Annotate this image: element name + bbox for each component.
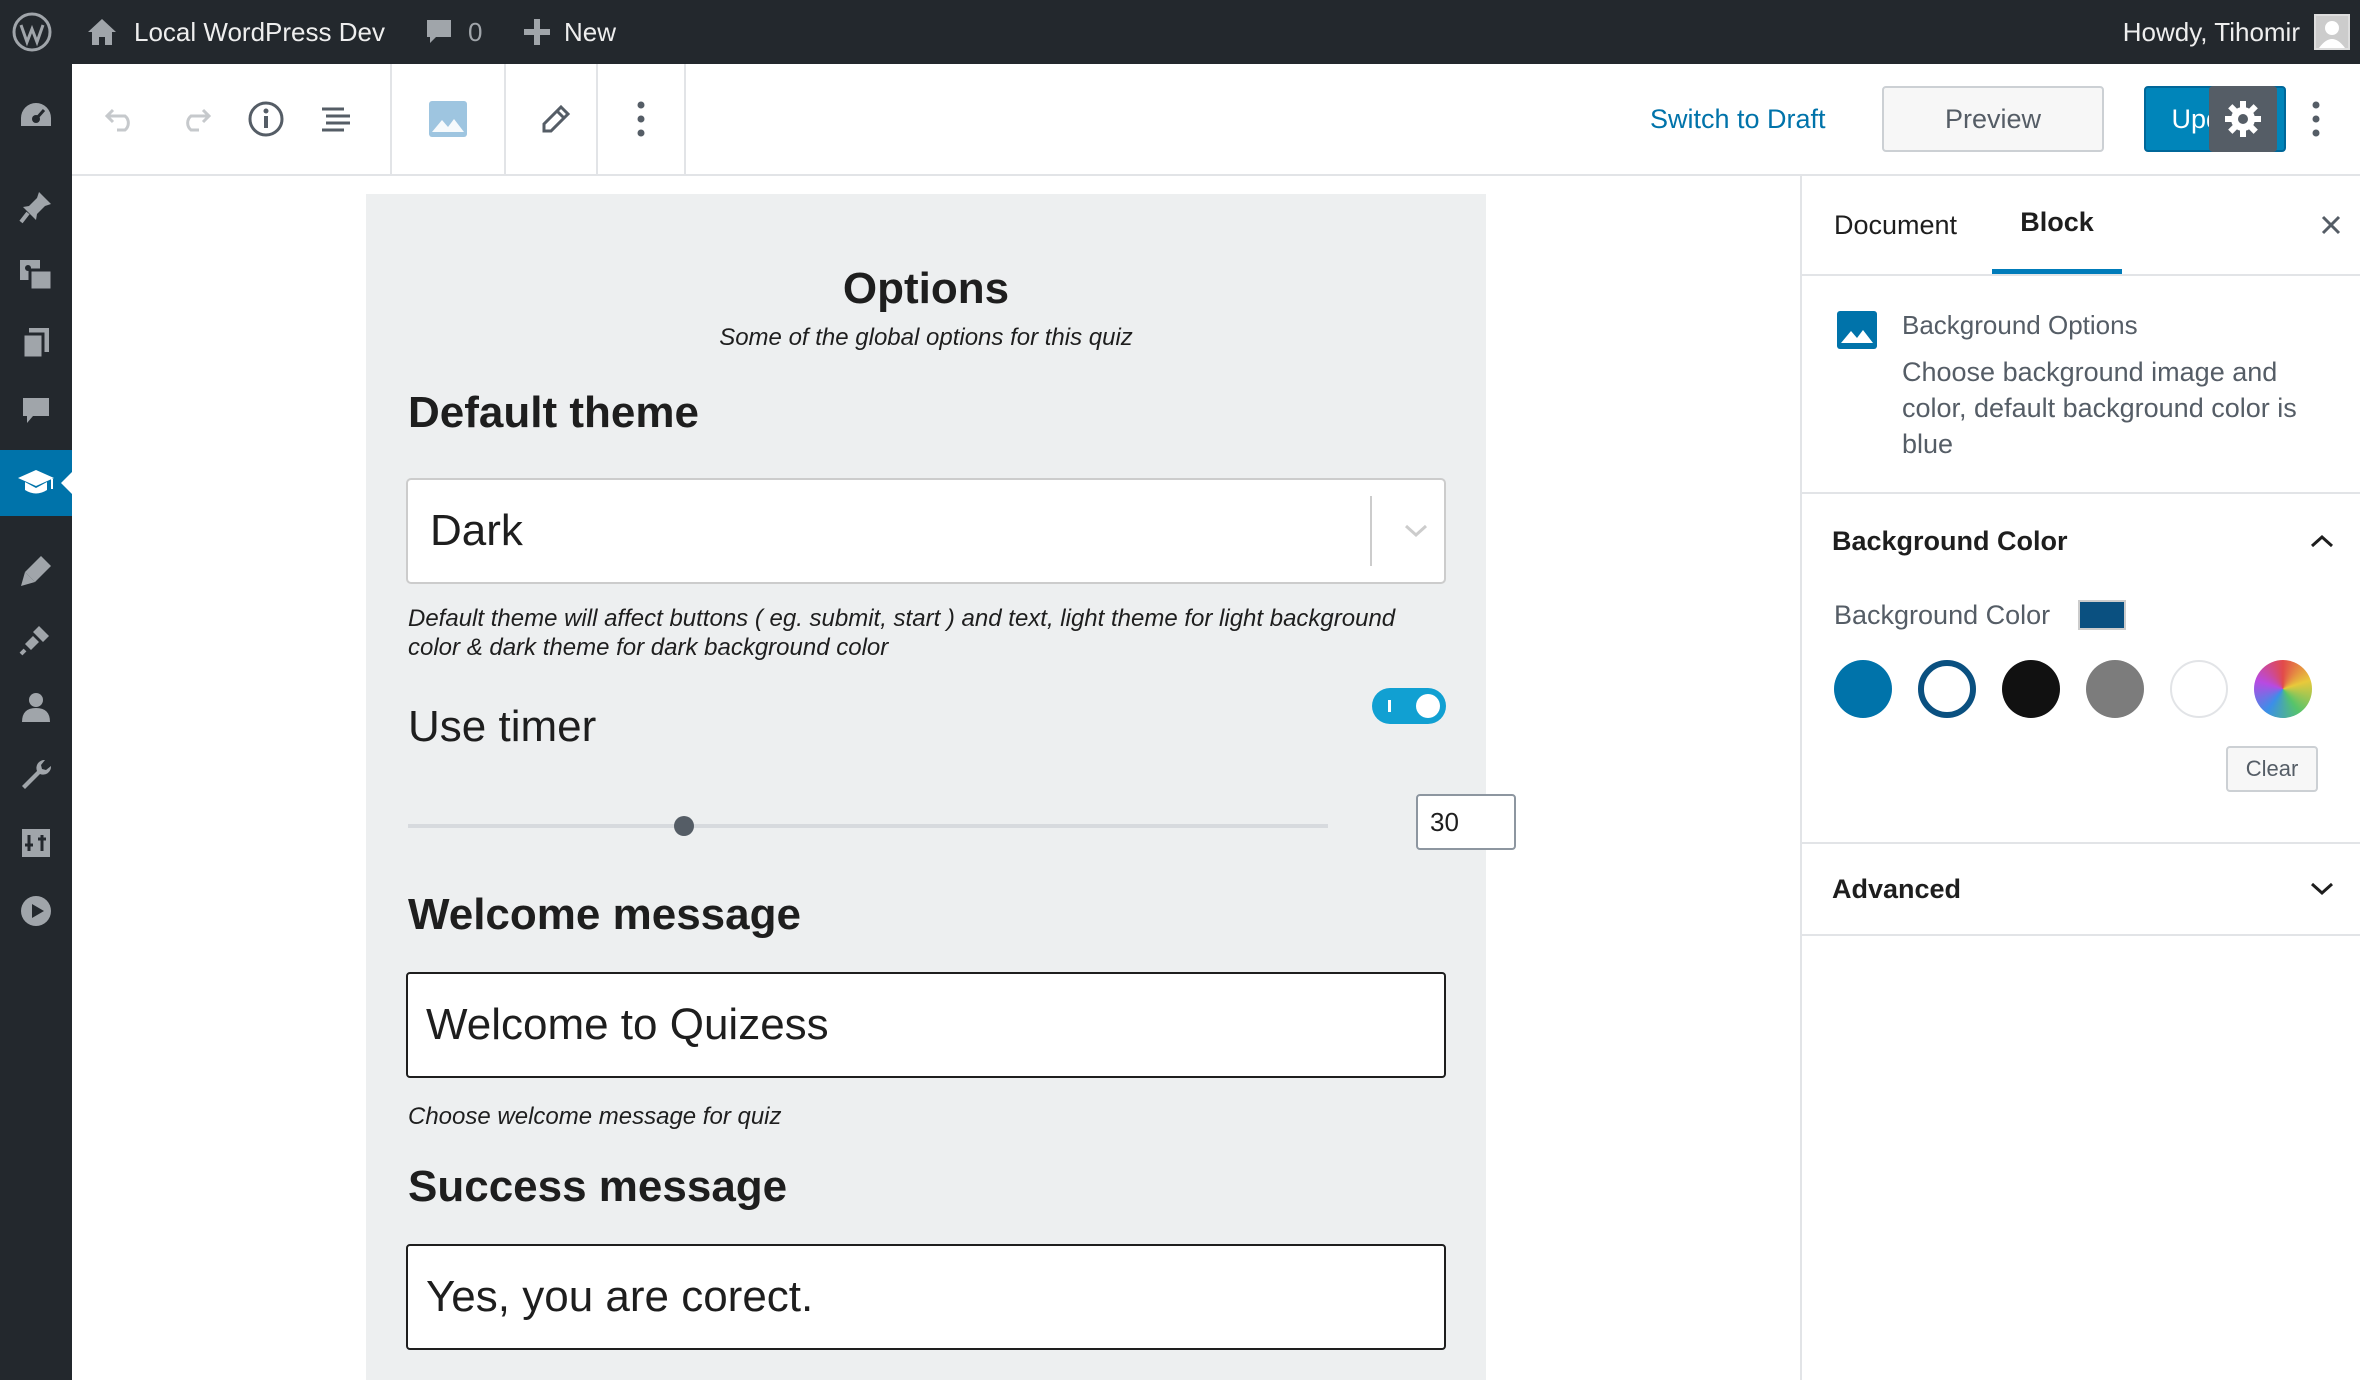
color-option-gray[interactable] xyxy=(2086,660,2144,718)
default-theme-heading: Default theme xyxy=(408,388,699,437)
success-message-input[interactable]: Yes, you are corect. xyxy=(406,1244,1446,1350)
welcome-message-input[interactable]: Welcome to Quizess xyxy=(406,972,1446,1078)
custom-color-picker[interactable] xyxy=(2254,660,2312,718)
plugins-icon[interactable] xyxy=(0,606,72,672)
plus-icon xyxy=(524,19,550,45)
sidebar-tabs: Document Block xyxy=(1802,176,2360,276)
background-color-panel-toggle[interactable]: Background Color xyxy=(1802,496,2360,586)
users-icon[interactable] xyxy=(0,674,72,740)
avatar xyxy=(2314,14,2350,50)
tools-icon[interactable] xyxy=(0,742,72,808)
welcome-message-heading: Welcome message xyxy=(408,890,801,939)
comments-count: 0 xyxy=(468,16,483,47)
timer-value-input[interactable]: 30 xyxy=(1416,794,1516,850)
new-content-link[interactable]: New xyxy=(524,0,616,64)
use-timer-toggle[interactable] xyxy=(1372,688,1446,724)
list-view-icon xyxy=(322,107,350,132)
welcome-message-help: Choose welcome message for quiz xyxy=(408,1103,782,1130)
color-option-dark-blue[interactable] xyxy=(1918,660,1976,718)
site-home-link[interactable]: Local WordPress Dev xyxy=(86,0,385,64)
tab-block[interactable]: Block xyxy=(1992,176,2122,274)
block-title: Options xyxy=(842,264,1010,313)
color-option-black[interactable] xyxy=(2002,660,2060,718)
admin-menu xyxy=(0,64,72,1380)
greeting: Howdy, Tihomir xyxy=(2122,16,2300,47)
quiz-options-block[interactable]: Options Some of the global options for t… xyxy=(366,194,1516,1380)
undo-button[interactable] xyxy=(94,64,150,174)
redo-button[interactable] xyxy=(166,64,222,174)
default-theme-help: Default theme will affect buttons ( eg. … xyxy=(408,605,1396,661)
gear-icon xyxy=(2225,101,2261,137)
background-color-label: Background Color xyxy=(1834,600,2051,630)
chevron-up-icon xyxy=(2310,496,2334,586)
undo-icon xyxy=(105,108,130,132)
wordpress-logo-icon[interactable] xyxy=(12,0,56,64)
site-name: Local WordPress Dev xyxy=(134,16,385,47)
advanced-panel-title: Advanced xyxy=(1832,873,1962,904)
color-option-blue[interactable] xyxy=(1834,660,1892,718)
default-theme-value: Dark xyxy=(430,506,523,555)
toggle-on-indicator xyxy=(1388,700,1391,712)
default-theme-select[interactable]: Dark xyxy=(406,478,1446,584)
more-vertical-icon xyxy=(2312,101,2320,137)
comments-icon[interactable] xyxy=(0,378,72,444)
pages-icon[interactable] xyxy=(0,310,72,376)
color-option-white[interactable] xyxy=(2170,660,2228,718)
close-icon xyxy=(2321,215,2341,235)
pencil-icon xyxy=(542,104,571,133)
select-divider xyxy=(1370,496,1372,566)
edit-block-button[interactable] xyxy=(506,64,606,174)
comment-icon xyxy=(427,20,451,43)
block-card-description: Choose background image and color, defau… xyxy=(1902,357,2297,459)
chevron-down-icon[interactable] xyxy=(1388,480,1444,582)
media-icon[interactable] xyxy=(0,242,72,308)
timer-slider-track[interactable] xyxy=(408,824,1328,828)
info-icon xyxy=(248,101,284,137)
clear-color-button[interactable]: Clear xyxy=(2226,746,2318,792)
switch-to-draft-button[interactable]: Switch to Draft xyxy=(1650,64,1826,174)
advanced-panel-toggle[interactable]: Advanced xyxy=(1802,844,2360,934)
more-vertical-icon xyxy=(637,101,645,137)
image-icon xyxy=(429,101,467,137)
home-icon xyxy=(88,19,116,45)
toggle-knob xyxy=(1416,694,1440,718)
block-card-title: Background Options xyxy=(1902,310,2138,340)
settings-button[interactable] xyxy=(2209,86,2277,152)
comments-link[interactable]: 0 xyxy=(424,0,482,64)
posts-icon[interactable] xyxy=(0,174,72,240)
block-card: Background Options Choose background ima… xyxy=(1802,276,2360,494)
settings-sidebar: Document Block Background Options Choose… xyxy=(1800,176,2360,1380)
info-button[interactable] xyxy=(238,64,294,174)
outline-button[interactable] xyxy=(308,64,364,174)
editor-canvas: Options Some of the global options for t… xyxy=(72,176,1800,1380)
timer-slider-handle[interactable] xyxy=(674,816,694,836)
admin-bar: Local WordPress Dev 0 New Howdy, Tihomir xyxy=(0,0,2360,64)
editor-header: Switch to Draft Preview Update xyxy=(72,64,2360,176)
close-sidebar-button[interactable] xyxy=(2302,176,2360,274)
more-tools-button[interactable] xyxy=(2286,64,2346,174)
chevron-down-icon xyxy=(2310,844,2334,934)
background-color-panel-title: Background Color xyxy=(1832,525,2068,556)
appearance-icon[interactable] xyxy=(0,538,72,604)
my-account-link[interactable]: Howdy, Tihomir xyxy=(2123,0,2350,64)
new-label: New xyxy=(564,16,617,47)
preview-button[interactable]: Preview xyxy=(1882,86,2104,152)
success-message-heading: Success message xyxy=(408,1162,788,1211)
dashboard-icon[interactable] xyxy=(0,82,72,148)
block-type-button[interactable] xyxy=(392,64,504,174)
settings-icon[interactable] xyxy=(0,810,72,876)
block-more-options-button[interactable] xyxy=(598,64,684,174)
toolbar-divider xyxy=(684,64,686,174)
tab-document[interactable]: Document xyxy=(1834,176,1957,274)
block-subtitle: Some of the global options for this quiz xyxy=(719,324,1133,351)
video-icon[interactable] xyxy=(0,878,72,944)
image-icon xyxy=(1836,310,1878,355)
redo-icon xyxy=(186,108,211,132)
use-timer-label: Use timer xyxy=(408,702,597,751)
quiz-icon[interactable] xyxy=(0,450,72,516)
current-color-swatch xyxy=(2078,600,2126,630)
panel-divider xyxy=(1802,934,2360,936)
